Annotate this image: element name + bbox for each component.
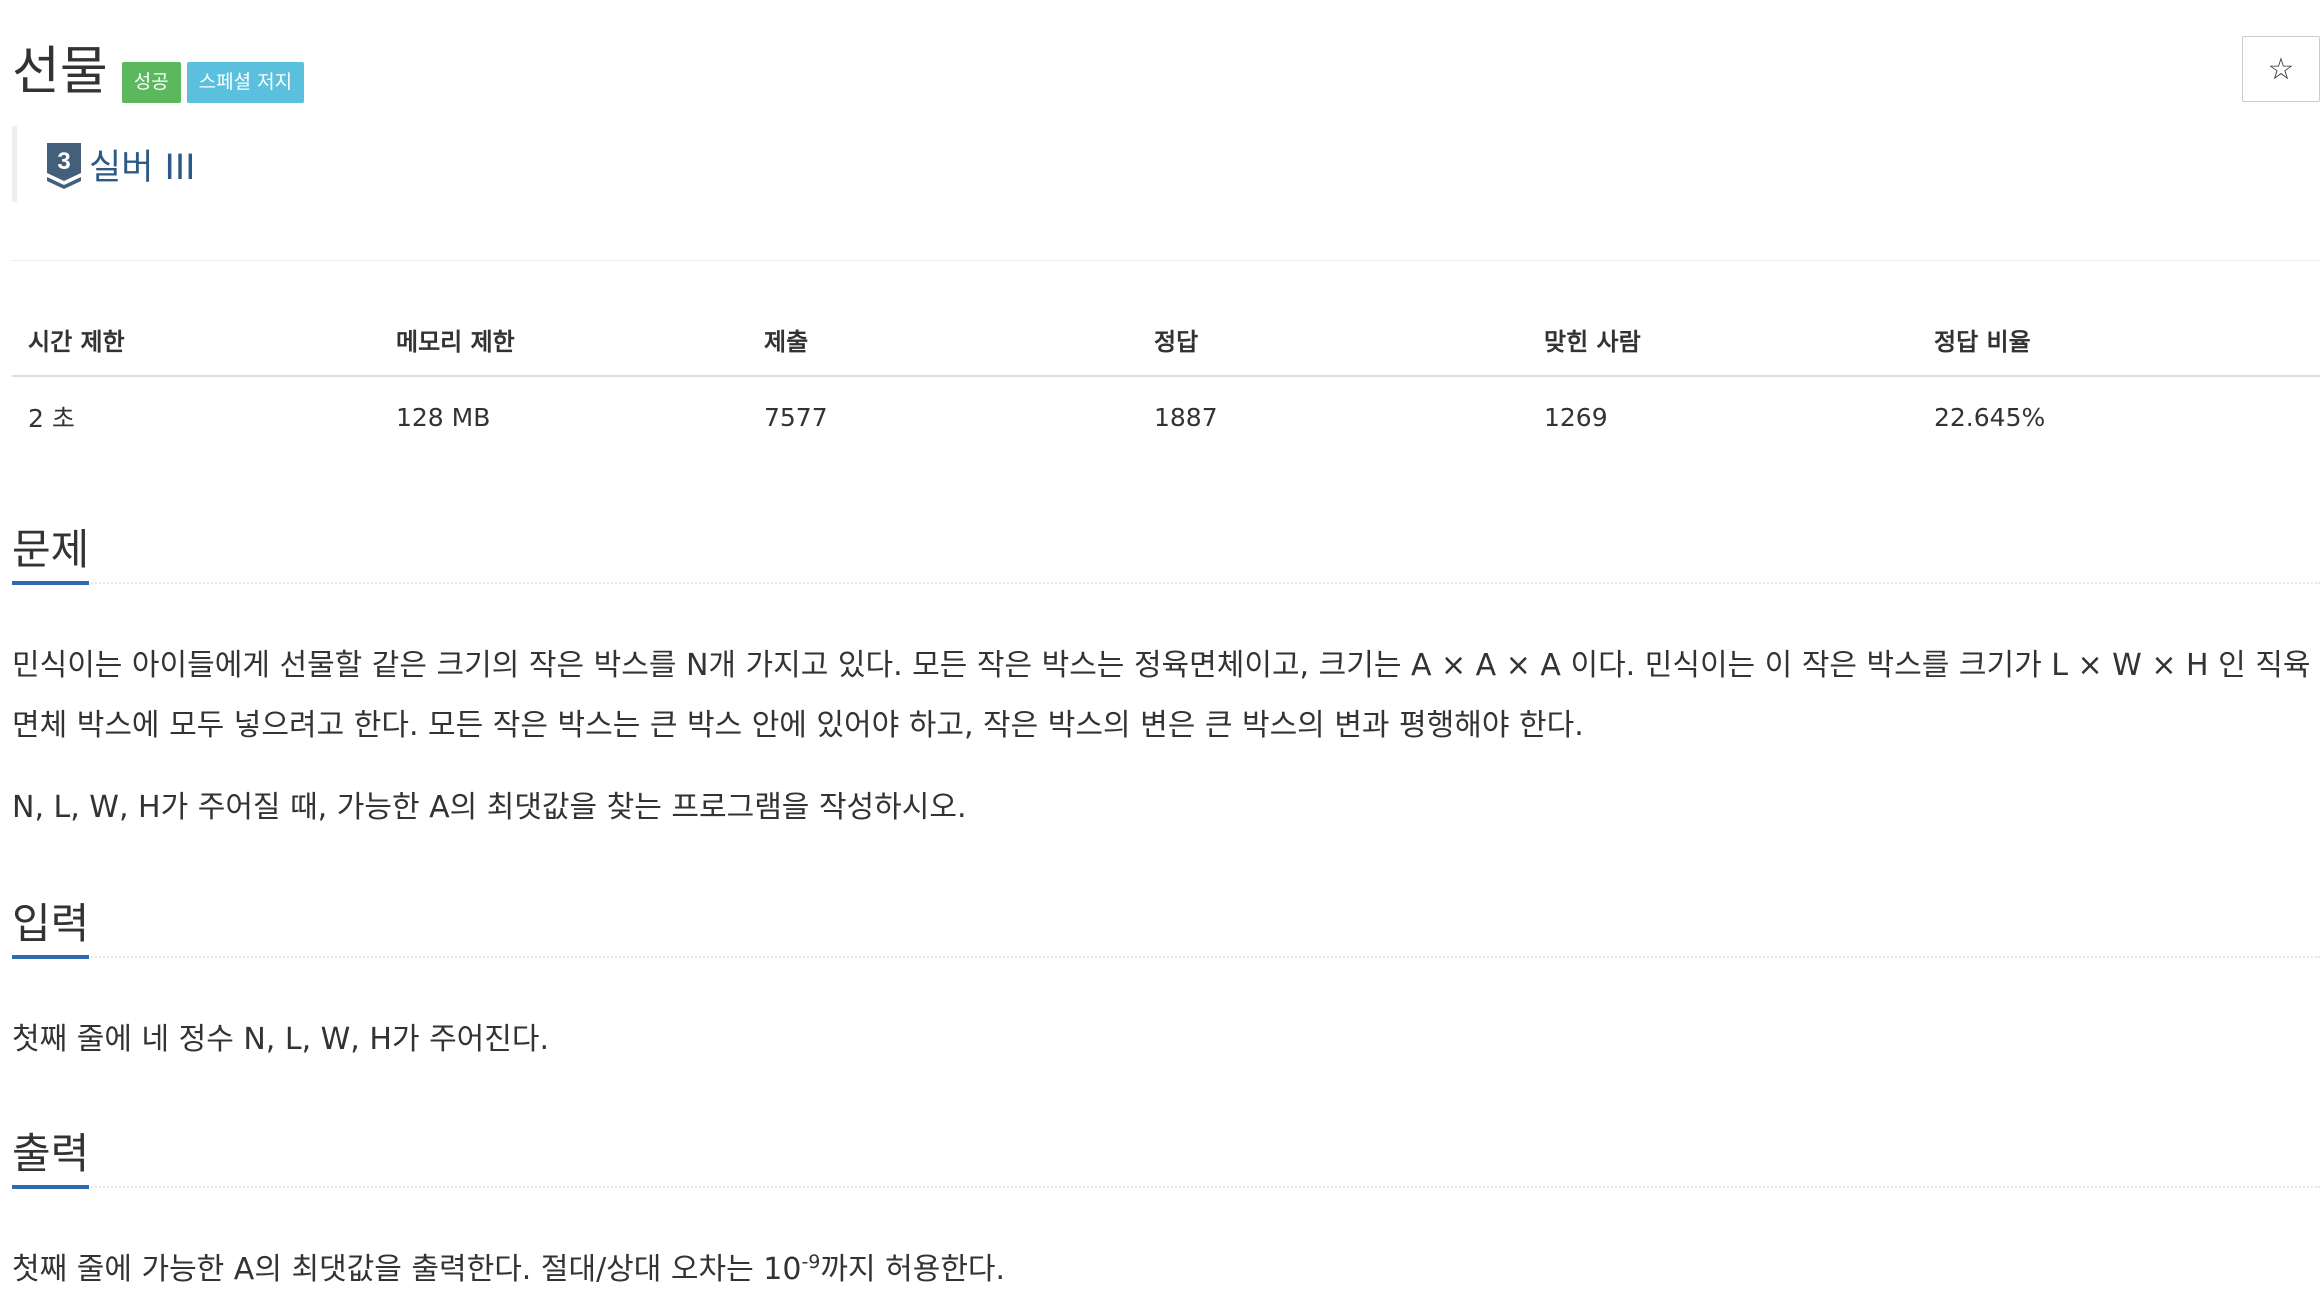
header-accepted: 정답 xyxy=(1138,310,1528,377)
output-heading: 출력 xyxy=(12,1133,90,1189)
input-headline: 입력 xyxy=(12,890,2320,959)
output-text-before: 첫째 줄에 가능한 A의 최댓값을 출력한다. 절대/상대 오차는 10 xyxy=(12,1252,802,1287)
tier-name-link[interactable]: 실버 III xyxy=(89,139,196,190)
header-time-limit: 시간 제한 xyxy=(12,310,380,377)
header-submissions: 제출 xyxy=(748,310,1138,377)
time-limit-value: 2 초 xyxy=(28,404,75,433)
divider xyxy=(12,260,2320,261)
page-title: 선물 xyxy=(12,42,108,102)
header-solvers: 맞힌 사람 xyxy=(1528,310,1918,377)
description-paragraph-2: N, L, W, H가 주어질 때, 가능한 A의 최댓값을 찾는 프로그램을 … xyxy=(12,790,967,825)
title-row: 선물 성공 스페셜 저지 xyxy=(12,36,310,108)
output-exponent: -9 xyxy=(801,1251,821,1273)
solvers-value[interactable]: 1269 xyxy=(1528,376,1918,445)
silver-tier-icon: 3 xyxy=(47,143,81,189)
special-judge-badge: 스페셜 저지 xyxy=(186,61,305,103)
header-memory-limit: 메모리 제한 xyxy=(380,310,748,377)
problem-page: 선물 성공 스페셜 저지 ☆ 3 실버 III 시간 제한 메모리 제한 제출 … xyxy=(12,0,2320,1312)
input-paragraph: 첫째 줄에 네 정수 N, L, W, H가 주어진다. xyxy=(12,1022,550,1057)
info-data-row: 2 초 128 MB 7577 1887 1269 22.645% xyxy=(12,376,2320,445)
output-text-after: 까지 허용한다. xyxy=(820,1252,1006,1287)
favorite-star-button[interactable]: ☆ xyxy=(2242,36,2320,102)
tier-info: 3 실버 III xyxy=(12,126,196,202)
tier-number: 3 xyxy=(57,148,70,175)
memory-limit-value: 128 MB xyxy=(396,402,491,432)
problem-info-table: 시간 제한 메모리 제한 제출 정답 맞힌 사람 정답 비율 2 초 128 M… xyxy=(12,310,2320,445)
accepted-value[interactable]: 1887 xyxy=(1138,376,1528,445)
star-icon: ☆ xyxy=(2267,51,2295,87)
submissions-value[interactable]: 7577 xyxy=(748,376,1138,445)
description-paragraph-1: 민식이는 아이들에게 선물할 같은 크기의 작은 박스를 N개 가지고 있다. … xyxy=(12,648,2311,743)
output-headline: 출력 xyxy=(12,1120,2320,1189)
ratio-value: 22.645% xyxy=(1934,402,2046,432)
description-heading: 문제 xyxy=(12,529,90,585)
output-paragraph: 첫째 줄에 가능한 A의 최댓값을 출력한다. 절대/상대 오차는 10-9까지… xyxy=(12,1240,2312,1300)
success-badge: 성공 xyxy=(121,61,181,103)
header-ratio: 정답 비율 xyxy=(1918,310,2320,377)
info-header-row: 시간 제한 메모리 제한 제출 정답 맞힌 사람 정답 비율 xyxy=(12,310,2320,377)
description-headline: 문제 xyxy=(12,516,2320,585)
input-heading: 입력 xyxy=(12,903,90,959)
